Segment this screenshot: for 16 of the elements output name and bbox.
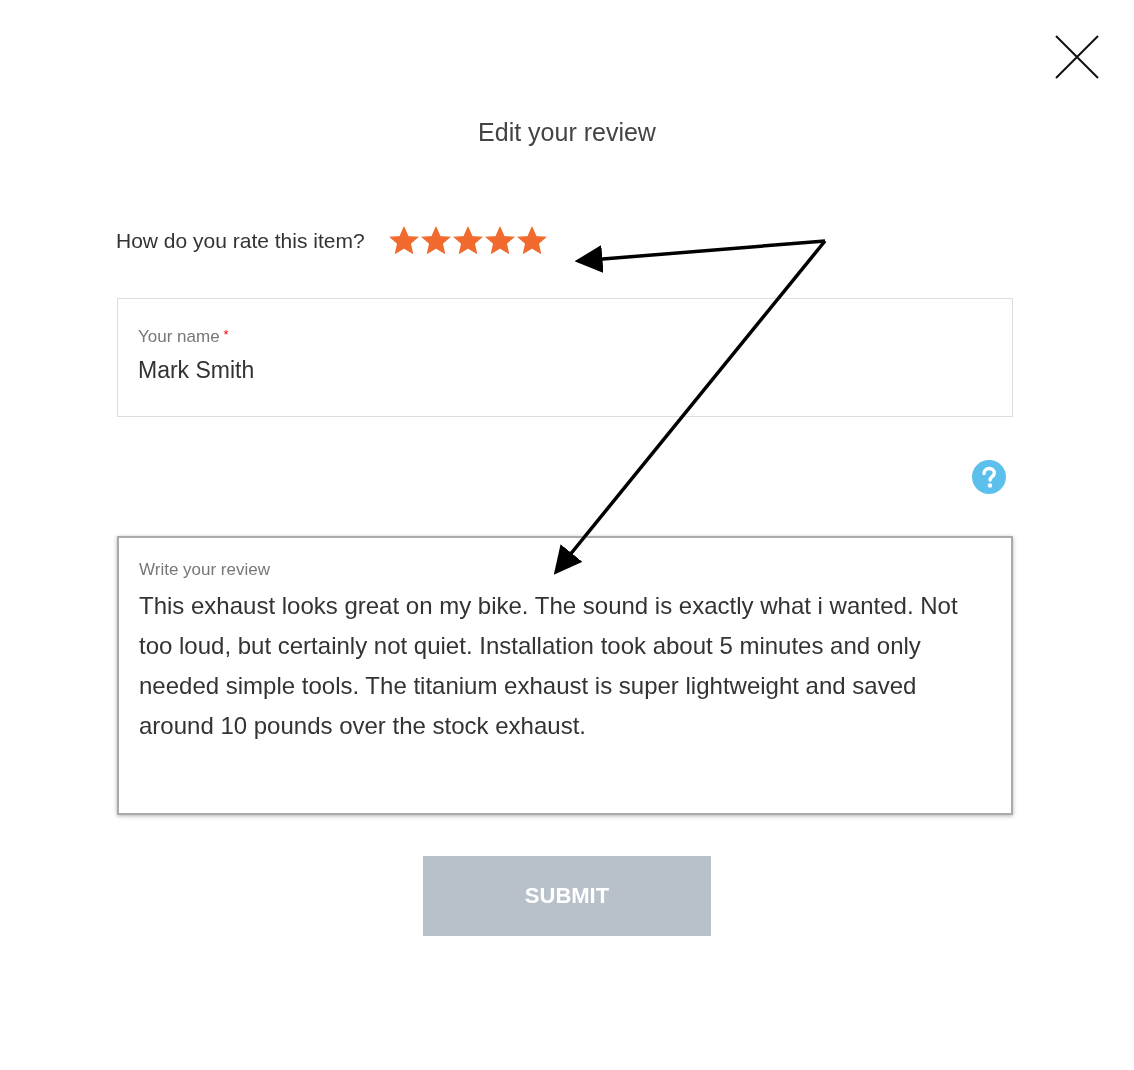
- required-mark: *: [223, 327, 229, 342]
- star-icon[interactable]: [388, 226, 419, 256]
- rating-label: How do you rate this item?: [116, 229, 365, 253]
- close-button[interactable]: [1054, 34, 1100, 80]
- close-icon: [1055, 35, 1099, 79]
- review-field[interactable]: Write your review This exhaust looks great on my bike. The sound is exactly what i wanted. Not too loud, but certainly not quiet. Installation took about 5 minutes and only needed simple tools. The titanium exhaust is super lightweight and saved around 10 pounds over the stock exhaust.: [117, 536, 1013, 815]
- star-icon[interactable]: [516, 226, 547, 256]
- star-icon[interactable]: [420, 226, 451, 256]
- help-icon[interactable]: [972, 460, 1006, 494]
- name-field[interactable]: Your name * Mark Smith: [117, 298, 1013, 417]
- dialog-title: Edit your review: [478, 118, 656, 147]
- star-icon[interactable]: [484, 226, 515, 256]
- field-label: Your name: [138, 327, 220, 347]
- star-icon[interactable]: [452, 226, 483, 256]
- field-label: Write your review: [139, 560, 271, 580]
- name-value: Mark Smith: [138, 357, 256, 384]
